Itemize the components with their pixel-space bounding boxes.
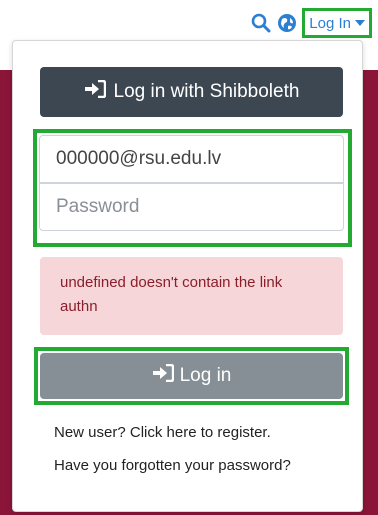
login-button[interactable]: Log in	[40, 353, 343, 399]
error-alert: undefined doesn't contain the link authn	[40, 257, 343, 335]
email-field[interactable]: 000000@rsu.edu.lv	[39, 135, 344, 183]
search-icon[interactable]	[250, 12, 272, 34]
page: Log In Log in with Shibboleth 000000@rsu…	[0, 0, 378, 515]
background-band-right	[362, 70, 378, 515]
credential-fields: 000000@rsu.edu.lv Password	[33, 129, 352, 247]
background-band-left	[0, 70, 12, 515]
password-placeholder: Password	[56, 196, 140, 217]
sign-in-icon	[84, 79, 106, 104]
email-value: 000000@rsu.edu.lv	[56, 148, 222, 169]
error-message: undefined doesn't contain the link authn	[60, 274, 283, 315]
login-toggle-label: Log In	[309, 14, 351, 32]
shibboleth-button-label: Log in with Shibboleth	[113, 81, 300, 102]
forgot-password-link[interactable]: Have you forgotten your password?	[54, 457, 291, 474]
login-button-label: Log in	[179, 365, 232, 386]
password-field[interactable]: Password	[39, 183, 344, 231]
caret-down-icon	[355, 20, 365, 26]
top-nav: Log In	[250, 8, 372, 38]
login-dropdown: Log in with Shibboleth 000000@rsu.edu.lv…	[12, 40, 363, 512]
sign-in-icon	[152, 363, 174, 388]
shibboleth-login-button[interactable]: Log in with Shibboleth	[40, 67, 343, 117]
globe-icon[interactable]	[276, 12, 298, 34]
login-button-frame: Log in	[34, 347, 349, 405]
login-dropdown-toggle[interactable]: Log In	[302, 8, 372, 38]
register-link[interactable]: New user? Click here to register.	[54, 424, 271, 441]
